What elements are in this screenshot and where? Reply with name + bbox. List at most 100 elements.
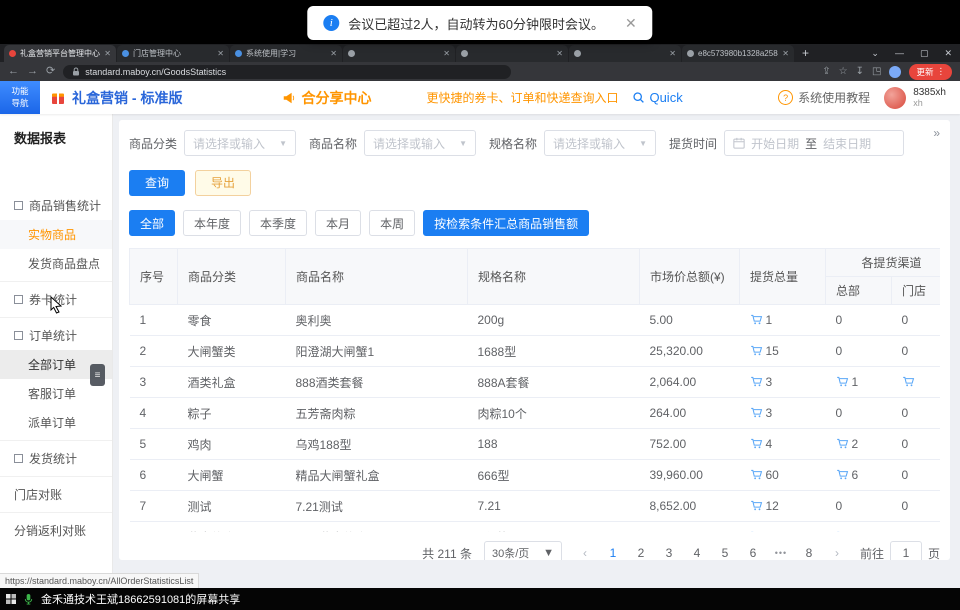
browser-tab[interactable]: e8c573980b1328a2584d2e6 ✕ [682,45,794,62]
divider [0,281,112,282]
column-header[interactable]: 序号 [130,249,178,305]
quick-tab[interactable]: 本月 [315,210,361,236]
page-button[interactable]: 2 [630,542,652,560]
filter: 商品分类 请选择或输入 ▼ [129,130,296,156]
cart-icon [750,313,763,326]
sidebar-item[interactable]: 券卡统计 [0,285,112,314]
page-size-select[interactable]: 30条/页 ▼ [484,541,562,560]
collapse-panel-icon[interactable]: » [933,126,940,140]
page-button[interactable]: 1 [602,542,624,560]
tab-close-icon[interactable]: ✕ [104,49,111,58]
quick-tab[interactable]: 本季度 [249,210,307,236]
tutorial-link[interactable]: ? 系统使用教程 [778,89,870,106]
sidebar-item[interactable]: 门店对账 [0,480,112,509]
forward-icon[interactable]: → [27,66,38,77]
sidebar-item[interactable]: 派单订单 [0,408,112,437]
table-row[interactable]: 8燕窝礼盒 XXX燕窝礼盒5瓶装 2,640.003 2 [130,522,941,533]
back-icon[interactable]: ← [8,66,19,77]
menu-dots-icon: ⋮ [937,66,946,77]
page-button[interactable]: 3 [658,542,680,560]
tab-close-icon[interactable]: ✕ [782,49,789,58]
table-row[interactable]: 1零食 奥利奥200g 5.001 00 [130,305,941,336]
export-button[interactable]: 导出 [195,170,251,196]
filter-select[interactable]: 请选择或输入 ▼ [544,130,656,156]
column-header[interactable]: 总部 [826,277,892,305]
maximize-icon[interactable]: ▢ [912,44,937,62]
search-button[interactable]: 查询 [129,170,185,196]
refresh-icon[interactable]: ⟳ [46,66,55,77]
goto-page-input[interactable] [890,541,922,560]
browser-tab[interactable]: ✕ [343,45,455,62]
page-button[interactable]: 8 [798,542,820,560]
address-bar: ← → ⟳ standard.maboy.cn/GoodsStatistics … [0,62,960,81]
column-header[interactable]: 商品分类 [178,249,286,305]
bookmark-star-icon[interactable]: ☆ [839,66,848,77]
table-row[interactable]: 6大闸蟹 精品大闸蟹礼盒666型 39,960.0060 60 [130,460,941,491]
browser-tab[interactable]: ✕ [569,45,681,62]
chevron-down-icon: ▼ [639,139,647,148]
filter-select[interactable]: 请选择或输入 ▼ [364,130,476,156]
gift-logo-icon [50,90,66,106]
user-avatar[interactable] [884,87,906,109]
statistics-table: 序号商品分类商品名称规格名称市场价总额(¥)提货总量各提货渠道总部门店 1零食 … [129,248,940,532]
sidebar-item[interactable]: 发货商品盘点 [0,249,112,278]
filter-select[interactable]: 请选择或输入 ▼ [184,130,296,156]
close-window-icon[interactable]: ✕ [936,44,960,62]
tab-close-icon[interactable]: ✕ [217,49,224,58]
sidebar-item[interactable]: 订单统计 [0,321,112,350]
tab-close-icon[interactable]: ✕ [443,49,450,58]
url-field[interactable]: standard.maboy.cn/GoodsStatistics [63,65,511,79]
tab-close-icon[interactable]: ✕ [669,49,676,58]
quick-tab[interactable]: 本年度 [183,210,241,236]
browser-tab[interactable]: 门店管理中心 ✕ [117,45,229,62]
column-header[interactable]: 商品名称 [286,249,468,305]
table-row[interactable]: 4粽子 五芳斋肉粽肉粽10个 264.003 00 [130,398,941,429]
tab-close-icon[interactable]: ✕ [556,49,563,58]
column-header[interactable]: 规格名称 [468,249,640,305]
column-header[interactable]: 门店 [892,277,941,305]
new-tab-button[interactable]: + [802,46,809,60]
quick-tab[interactable]: 本周 [369,210,415,236]
quick-tab[interactable]: 按检索条件汇总商品销售额 [423,210,589,236]
browser-tab[interactable]: 礼盒营销平台管理中心 ✕ [4,45,116,62]
page-button[interactable]: 6 [742,542,764,560]
table-row[interactable]: 3酒类礼盒 888酒类套餐888A套餐 2,064.003 1 [130,367,941,398]
chevron-down-icon[interactable]: ⌄ [863,44,887,62]
update-button[interactable]: 更新⋮ [909,64,952,80]
table-row[interactable]: 2大闸蟹类 阳澄湖大闸蟹11688型 25,320.0015 00 [130,336,941,367]
table-row[interactable]: 7测试 7.21测试7.21 8,652.0012 00 [130,491,941,522]
ellipsis-icon[interactable]: ••• [770,542,792,560]
close-icon[interactable]: ✕ [625,15,637,32]
page-button[interactable]: 5 [714,542,736,560]
favicon-icon [348,50,355,57]
sidebar-item[interactable]: 商品销售统计 [0,191,112,220]
chevron-down-icon: ▼ [543,547,554,559]
prev-page-icon[interactable]: ‹ [574,542,596,560]
sidebar-item[interactable]: 实物商品 [0,220,112,249]
share-center-link[interactable]: 合分享中心 [282,88,371,108]
favicon-icon [9,50,16,57]
download-icon[interactable]: ↧ [856,66,864,77]
profile-avatar[interactable] [889,66,901,78]
extensions-icon[interactable]: ◳ [872,66,881,77]
divider [0,512,112,513]
sidebar: 数据报表 商品销售统计实物商品发货商品盘点券卡统计订单统计全部订单客服订单派单订… [0,114,113,588]
date-range-picker[interactable]: 开始日期 至 结束日期 [724,130,904,156]
cart-icon [836,375,849,388]
browser-tab[interactable]: 系统使用|学习 ✕ [230,45,342,62]
sidebar-collapse-handle[interactable]: ≡ [90,364,105,386]
tab-close-icon[interactable]: ✕ [330,49,337,58]
next-page-icon[interactable]: › [826,542,848,560]
column-header[interactable]: 市场价总额(¥) [640,249,740,305]
page-button[interactable]: 4 [686,542,708,560]
minimize-icon[interactable]: — [887,44,912,62]
sidebar-item[interactable]: 分销返利对账 [0,516,112,545]
table-row[interactable]: 5鸡肉 乌鸡188型188 752.004 20 [130,429,941,460]
column-header[interactable]: 提货总量 [740,249,826,305]
quick-search-link[interactable]: Quick [632,90,682,105]
browser-tab[interactable]: ✕ [456,45,568,62]
nav-toggle-button[interactable]: 功能 导航 [0,81,40,114]
sidebar-item[interactable]: 发货统计 [0,444,112,473]
quick-tab[interactable]: 全部 [129,210,175,236]
share-icon[interactable]: ⇪ [822,66,830,77]
